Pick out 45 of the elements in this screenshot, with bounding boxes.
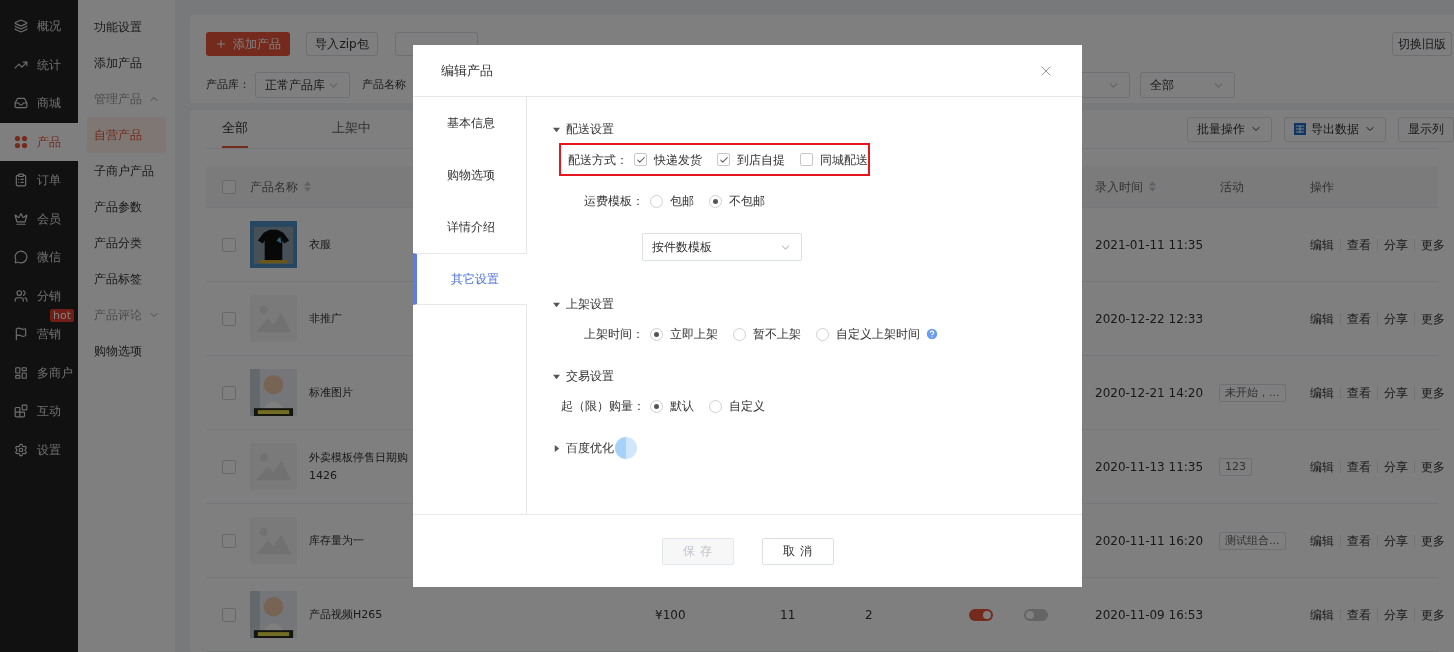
option-label: 到店自提 [737,151,785,169]
price-text: ¥100 [655,606,686,624]
field-label: 上架时间： [583,326,644,343]
option-label: 自定义 [729,398,765,415]
option-label: 包邮 [670,193,694,210]
date-text: 2021-01-11 11:35 [1095,236,1204,254]
option-label: 不包邮 [729,193,765,210]
section-title: 上架设置 [566,296,614,313]
date-text: 2020-12-22 12:33 [1095,310,1204,328]
filter-label: 产品名称 [362,76,406,93]
filter-label: 产品库： [206,76,250,93]
product-name: 衣服 [309,236,331,253]
field-label: 配送方式： [567,151,628,169]
option-label: 暂不上架 [753,326,801,343]
section-title: 配送设置 [566,121,614,138]
option-label: 快递发货 [654,151,702,169]
column-header: 活动 [1220,178,1244,196]
field-label: 起（限）购量： [561,398,644,415]
date-text: 2020-11-09 16:53 [1095,606,1204,624]
field-label: 运费模板： [583,193,644,210]
product-name: 外卖模板停售日期购 [309,449,408,466]
option-label: 自定义上架时间 [836,326,920,343]
activity-tag: 123 [1219,457,1252,476]
product-name: 产品视频H265 [309,606,383,623]
column-header: 录入时间 [1095,178,1143,196]
column-header: 操作 [1310,178,1334,196]
date-text: 2020-11-11 16:20 [1095,532,1204,550]
hot-badge: hot [50,309,74,322]
option-label: 同城配送 [820,151,868,169]
activity-tag: 未开始，... [1219,383,1286,402]
option-label: 立即上架 [670,326,718,343]
table-cell-text: 11 [780,606,796,624]
column-header: 产品名称 [250,178,298,196]
option-label: 默认 [670,398,694,415]
product-name: 非推广 [309,310,342,327]
product-name: 1426 [309,467,338,484]
product-name: 库存量为一 [309,532,364,549]
activity-tag: 测试组合... [1219,531,1286,550]
date-text: 2020-12-21 14:20 [1095,384,1204,402]
dialog-title: 编辑产品 [441,61,494,80]
section-title: 交易设置 [566,368,614,385]
date-text: 2020-11-13 11:35 [1095,458,1204,476]
section-title: 百度优化 [566,440,614,457]
table-cell-text: 2 [865,606,873,624]
product-name: 标准图片 [309,384,353,401]
